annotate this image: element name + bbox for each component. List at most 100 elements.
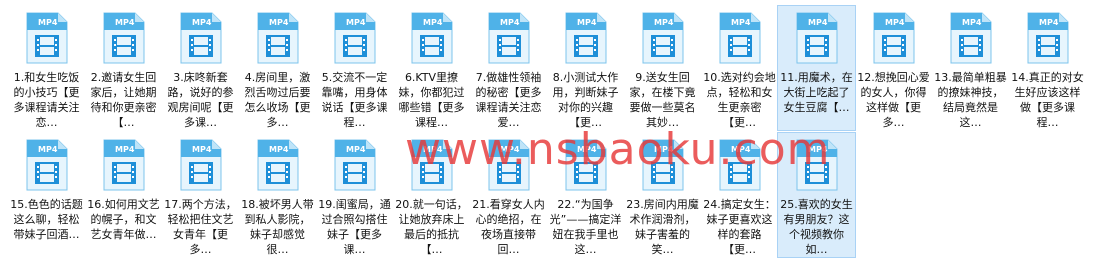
mp4-video-file-icon: MP4 <box>873 12 914 64</box>
mp4-video-file-icon: MP4 <box>103 139 144 191</box>
file-item[interactable]: MP4 23.房间内用魔术作润滑剂，妹子害羞的笑… <box>624 133 701 257</box>
file-item[interactable]: MP4 20.就一句话，让她放弃床上最后的抵抗【… <box>393 133 470 257</box>
svg-text:MP4: MP4 <box>115 145 135 154</box>
svg-text:MP4: MP4 <box>654 18 674 27</box>
mp4-video-file-icon: MP4 <box>411 139 452 191</box>
mp4-video-file-icon: MP4 <box>180 12 221 64</box>
svg-text:MP4: MP4 <box>346 145 366 154</box>
mp4-video-file-icon: MP4 <box>796 139 837 191</box>
mp4-video-file-icon: MP4 <box>257 12 298 64</box>
file-name: 5.交流不一定靠嘴，用身体说话【更多课程… <box>321 71 388 129</box>
mp4-video-file-icon: MP4 <box>26 12 67 64</box>
file-name: 10.选对约会地点，轻松和女生更亲密【更… <box>703 71 776 129</box>
file-row: MP4 15.色色的话题这么聊，轻松带妹子回酒… MP4 16.如何用文艺的幌子，和文… <box>8 132 1098 260</box>
svg-text:MP4: MP4 <box>577 145 597 154</box>
file-item[interactable]: MP4 10.选对约会地点，轻松和女生更亲密【更… <box>701 6 778 130</box>
mp4-video-file-icon: MP4 <box>257 139 298 191</box>
svg-text:MP4: MP4 <box>346 18 366 27</box>
file-item[interactable]: MP4 9.送女生回家，在楼下竟要做一些莫名其妙… <box>624 6 701 130</box>
svg-text:MP4: MP4 <box>808 18 828 27</box>
mp4-video-file-icon: MP4 <box>488 139 529 191</box>
svg-text:MP4: MP4 <box>192 18 212 27</box>
file-item[interactable]: MP4 24.搞定女生：妹子更喜欢这样的套路【更… <box>701 133 778 257</box>
file-item[interactable]: MP4 2.邀请女生回家后，让她期待和你更亲密【… <box>85 6 162 130</box>
file-item[interactable]: MP4 15.色色的话题这么聊，轻松带妹子回酒… <box>8 133 85 257</box>
file-item[interactable]: MP4 19.闺蜜局，通过合照勾搭住妹子【更多课… <box>316 133 393 257</box>
svg-text:MP4: MP4 <box>577 18 597 27</box>
file-item[interactable]: MP4 13.最简单粗暴的撩妹神技，结局竟然是这… <box>932 6 1009 130</box>
file-name: 2.邀请女生回家后，让她期待和你更亲密【… <box>90 71 157 129</box>
svg-text:MP4: MP4 <box>269 18 289 27</box>
file-item[interactable]: MP4 8.小测试大作用，判断妹子对你的兴趣【更… <box>547 6 624 130</box>
file-name: 12.想挽回心爱的女人，你得这样做【更多… <box>857 71 930 129</box>
file-name: 11.用魔术，在大街上吃起了女生豆腐【… <box>780 71 853 114</box>
file-name: 20.就一句话，让她放弃床上最后的抵抗【… <box>395 198 468 256</box>
file-item[interactable]: MP4 21.看穿女人内心的绝招，在夜场直接带回… <box>470 133 547 257</box>
mp4-video-file-icon: MP4 <box>411 12 452 64</box>
file-name: 22.“为国争光”——搞定洋妞在我手里也这… <box>549 198 622 256</box>
svg-text:MP4: MP4 <box>500 145 520 154</box>
file-item[interactable]: MP4 5.交流不一定靠嘴，用身体说话【更多课程… <box>316 6 393 130</box>
file-item[interactable]: MP4 1.和女生吃饭的小技巧【更多课程请关注恋… <box>8 6 85 130</box>
file-item[interactable]: MP4 3.床咚新套路，说好的参观房间呢【更多课… <box>162 6 239 130</box>
mp4-video-file-icon: MP4 <box>26 139 67 191</box>
file-name: 4.房间里，激烈舌吻过后要怎么收场【更多… <box>244 71 311 129</box>
svg-text:MP4: MP4 <box>1039 18 1059 27</box>
mp4-video-file-icon: MP4 <box>796 12 837 64</box>
file-name: 23.房间内用魔术作润滑剂，妹子害羞的笑… <box>626 198 699 256</box>
file-item[interactable]: MP4 4.房间里，激烈舌吻过后要怎么收场【更多… <box>239 6 316 130</box>
mp4-video-file-icon: MP4 <box>103 12 144 64</box>
file-item[interactable]: MP4 11.用魔术，在大街上吃起了女生豆腐【… <box>777 5 856 131</box>
file-item[interactable]: MP4 12.想挽回心爱的女人，你得这样做【更多… <box>855 6 932 130</box>
file-name: 15.色色的话题这么聊，轻松带妹子回酒… <box>10 198 83 241</box>
file-item[interactable]: MP4 6.KTV里撩妹，你都犯过哪些错【更多课程… <box>393 6 470 130</box>
mp4-video-file-icon: MP4 <box>642 139 683 191</box>
file-item[interactable]: MP4 18.被坏男人带到私人影院，妹子却感觉很… <box>239 133 316 257</box>
mp4-video-file-icon: MP4 <box>565 12 606 64</box>
svg-text:MP4: MP4 <box>38 18 58 27</box>
mp4-video-file-icon: MP4 <box>642 12 683 64</box>
file-name: 8.小测试大作用，判断妹子对你的兴趣【更… <box>552 71 619 129</box>
svg-text:MP4: MP4 <box>423 145 443 154</box>
svg-text:MP4: MP4 <box>500 18 520 27</box>
svg-text:MP4: MP4 <box>731 145 751 154</box>
file-grid: MP4 1.和女生吃饭的小技巧【更多课程请关注恋… MP4 2.邀请女生回家后，让她期… <box>8 5 1098 260</box>
file-name: 19.闺蜜局，通过合照勾搭住妹子【更多课… <box>318 198 391 256</box>
mp4-video-file-icon: MP4 <box>334 12 375 64</box>
file-row: MP4 1.和女生吃饭的小技巧【更多课程请关注恋… MP4 2.邀请女生回家后，让她期… <box>8 5 1098 133</box>
svg-text:MP4: MP4 <box>269 145 289 154</box>
svg-text:MP4: MP4 <box>808 145 828 154</box>
mp4-video-file-icon: MP4 <box>719 139 760 191</box>
file-item[interactable]: MP4 14.真正的对女生好应该这样做【更多课程… <box>1009 6 1086 130</box>
mp4-video-file-icon: MP4 <box>950 12 991 64</box>
mp4-video-file-icon: MP4 <box>565 139 606 191</box>
svg-text:MP4: MP4 <box>38 145 58 154</box>
mp4-video-file-icon: MP4 <box>719 12 760 64</box>
file-name: 21.看穿女人内心的绝招，在夜场直接带回… <box>472 198 545 256</box>
file-name: 14.真正的对女生好应该这样做【更多课程… <box>1011 71 1084 129</box>
file-item[interactable]: MP4 7.做雄性领袖的秘密【更多课程请关注恋爱… <box>470 6 547 130</box>
mp4-video-file-icon: MP4 <box>1027 12 1068 64</box>
svg-text:MP4: MP4 <box>192 145 212 154</box>
file-item[interactable]: MP4 16.如何用文艺的幌子，和文艺女青年做… <box>85 133 162 257</box>
file-name: 1.和女生吃饭的小技巧【更多课程请关注恋… <box>13 71 80 129</box>
file-name: 18.被坏男人带到私人影院，妹子却感觉很… <box>241 198 314 256</box>
file-name: 6.KTV里撩妹，你都犯过哪些错【更多课程… <box>398 71 465 129</box>
file-item[interactable]: MP4 22.“为国争光”——搞定洋妞在我手里也这… <box>547 133 624 257</box>
file-name: 16.如何用文艺的幌子，和文艺女青年做… <box>87 198 160 241</box>
file-name: 3.床咚新套路，说好的参观房间呢【更多课… <box>167 71 234 129</box>
file-item[interactable]: MP4 25.喜欢的女生有男朋友？这个视频教你如… <box>777 132 856 258</box>
svg-text:MP4: MP4 <box>885 18 905 27</box>
file-name: 7.做雄性领袖的秘密【更多课程请关注恋爱… <box>475 71 542 129</box>
file-item[interactable]: MP4 17.两个方法，轻松把住文艺女青年【更多… <box>162 133 239 257</box>
file-name: 13.最简单粗暴的撩妹神技，结局竟然是这… <box>934 71 1007 129</box>
mp4-video-file-icon: MP4 <box>180 139 221 191</box>
svg-text:MP4: MP4 <box>423 18 443 27</box>
file-name: 25.喜欢的女生有男朋友？这个视频教你如… <box>780 198 853 256</box>
svg-text:MP4: MP4 <box>731 18 751 27</box>
mp4-video-file-icon: MP4 <box>334 139 375 191</box>
file-name: 17.两个方法，轻松把住文艺女青年【更多… <box>164 198 237 256</box>
svg-text:MP4: MP4 <box>115 18 135 27</box>
mp4-video-file-icon: MP4 <box>488 12 529 64</box>
file-name: 24.搞定女生：妹子更喜欢这样的套路【更… <box>703 198 776 256</box>
